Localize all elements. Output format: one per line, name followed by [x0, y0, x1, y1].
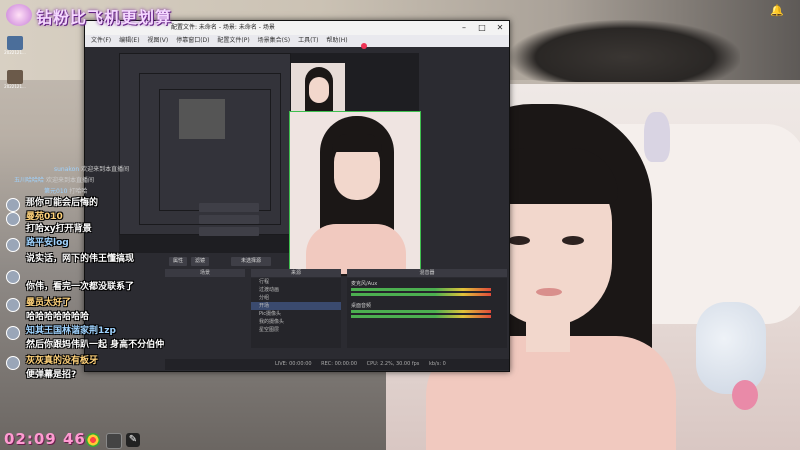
app-taskbar-icon[interactable]: ✎ — [126, 433, 140, 447]
menu-file[interactable]: 文件(F) — [91, 37, 111, 44]
obs-preview[interactable] — [119, 53, 421, 276]
source-item[interactable]: 分组 — [251, 294, 341, 302]
no-source-label: 未选择源 — [231, 257, 271, 266]
chat-username: 灰灰真的没有板牙 — [26, 356, 99, 366]
chat-line: sunakon 欢迎来到本直播间 — [14, 164, 144, 175]
microphone — [696, 302, 766, 394]
obs-window[interactable]: 配置文件: 未命名 - 场景: 未命名 - 场景 – □ ✕ 文件(F) 编辑(… — [84, 20, 510, 372]
maximize-icon[interactable]: □ — [473, 21, 491, 35]
chat-message: 然后你跟妈伟趴一起 身高不分伯仲 — [26, 340, 165, 350]
source-item[interactable]: 行程 — [251, 278, 341, 286]
user-avatar — [6, 326, 20, 340]
user-avatar — [6, 270, 20, 284]
chrome-icon[interactable] — [86, 433, 100, 447]
minimize-icon[interactable]: – — [455, 21, 473, 35]
bitrate: kb/s: 0 — [428, 361, 446, 367]
menu-docks[interactable]: 停靠窗口(D) — [176, 37, 209, 44]
cpu-usage: CPU: 2.2%, 30.00 fps — [366, 361, 420, 367]
desktop-icon-label: 2022121... — [4, 50, 26, 55]
volume-meter — [351, 293, 491, 296]
chat-username: 曼员太好了 — [26, 298, 72, 308]
desktop-icon[interactable]: 2022121... — [4, 36, 26, 55]
diamond-fan-icon — [6, 4, 32, 26]
chat-message: 你伟，看完一次都没联系了 — [26, 282, 135, 292]
chat-message: 说实话，网下的伟王懂搞现 — [26, 254, 135, 264]
record-indicator-icon — [361, 43, 367, 49]
source-item[interactable]: 星空图层 — [251, 326, 341, 334]
menu-help[interactable]: 帮助(H) — [326, 37, 347, 44]
volume-meter — [351, 315, 491, 318]
obs-taskbar-icon[interactable] — [106, 433, 122, 449]
chat-text: 欢迎来到本直播间 — [81, 166, 130, 173]
preview-webcam-source[interactable] — [289, 111, 421, 276]
plush-toy — [644, 112, 670, 162]
close-icon[interactable]: ✕ — [491, 21, 509, 35]
mixer-channel-label: 麦克风/Aux — [351, 281, 378, 287]
sources-list: 行程 过渡动画 分组 开场 Pic摄像头 我的摄像头 星空图层 — [251, 278, 341, 348]
chat-username: 曼苑010 — [26, 212, 63, 222]
user-avatar — [6, 212, 20, 226]
notification-icon[interactable]: 🔔 — [770, 4, 784, 18]
banner-text: 钻粉比飞机更划算 — [36, 8, 173, 27]
filters-button[interactable]: 滤镜 — [191, 257, 209, 266]
scenes-dock-header: 场景 — [165, 269, 245, 277]
mixer-dock-header: 混音器 — [347, 269, 507, 277]
obs-title: 配置文件: 未命名 - 场景: 未命名 - 场景 — [171, 24, 275, 31]
chat-top-messages: sunakon 欢迎来到本直播间 五川哈哈哈 欢迎来到本直播间 第元010 打哈… — [14, 164, 144, 197]
rec-time: REC: 00:00:00 — [321, 361, 358, 367]
chat-message: 打哈xy打开背景 — [26, 224, 92, 234]
volume-meter — [351, 288, 491, 291]
menu-edit[interactable]: 编辑(E) — [119, 37, 139, 44]
audio-mixer: 麦克风/Aux 桌面音频 — [347, 278, 507, 348]
chat-message: 便弹幕是招? — [26, 370, 77, 380]
chat-message: 哈哈哈哈哈哈哈 — [26, 312, 90, 322]
menu-profile[interactable]: 配置文件(P) — [217, 37, 249, 44]
live-time: LIVE: 00:00:00 — [275, 361, 312, 367]
obs-menu-bar: 文件(F) 编辑(E) 视图(V) 停靠窗口(D) 配置文件(P) 场景集合(S… — [85, 35, 509, 47]
user-avatar — [6, 198, 20, 212]
stream-clock: 02:09 46 — [4, 430, 86, 448]
source-item[interactable]: Pic摄像头 — [251, 310, 341, 318]
chat-text: 欢迎来到本直播间 — [45, 177, 94, 184]
chat-username: 路平安log — [26, 238, 69, 248]
mixer-channel-label: 桌面音频 — [351, 303, 372, 309]
chat-username: 知其王国林谐家荆1zp — [26, 326, 116, 336]
source-item[interactable]: 我的摄像头 — [251, 318, 341, 326]
chat-user: 五川哈哈哈 — [14, 177, 45, 184]
source-item-selected[interactable]: 开场 — [251, 302, 341, 310]
desktop-icon[interactable]: 2022121... — [4, 70, 26, 89]
chat-text: 打哈哈 — [69, 188, 88, 195]
desktop-icon-label: 2022121... — [4, 84, 26, 89]
cat-on-shelf — [510, 20, 740, 82]
sources-dock-header: 来源 — [251, 269, 341, 277]
menu-view[interactable]: 视图(V) — [147, 37, 168, 44]
chat-user: sunakon — [54, 166, 80, 173]
menu-scene-collection[interactable]: 场景集合(S) — [258, 37, 291, 44]
volume-meter — [351, 310, 491, 313]
user-avatar — [6, 356, 20, 370]
menu-tools[interactable]: 工具(T) — [298, 37, 318, 44]
source-item[interactable]: 过渡动画 — [251, 286, 341, 294]
obs-status-bar: LIVE: 00:00:00 REC: 00:00:00 CPU: 2.2%, … — [165, 359, 509, 370]
chat-user: 第元010 — [44, 188, 68, 195]
user-avatar — [6, 298, 20, 312]
source-toolbar: 属性 滤镜 未选择源 — [169, 257, 419, 267]
user-avatar — [6, 238, 20, 252]
chat-line: 五川哈哈哈 欢迎来到本直播间 — [14, 175, 144, 186]
properties-button[interactable]: 属性 — [169, 257, 187, 266]
chat-message: 那你可能会后悔的 — [26, 198, 99, 208]
chat-line: 第元010 打哈哈 — [14, 186, 144, 197]
